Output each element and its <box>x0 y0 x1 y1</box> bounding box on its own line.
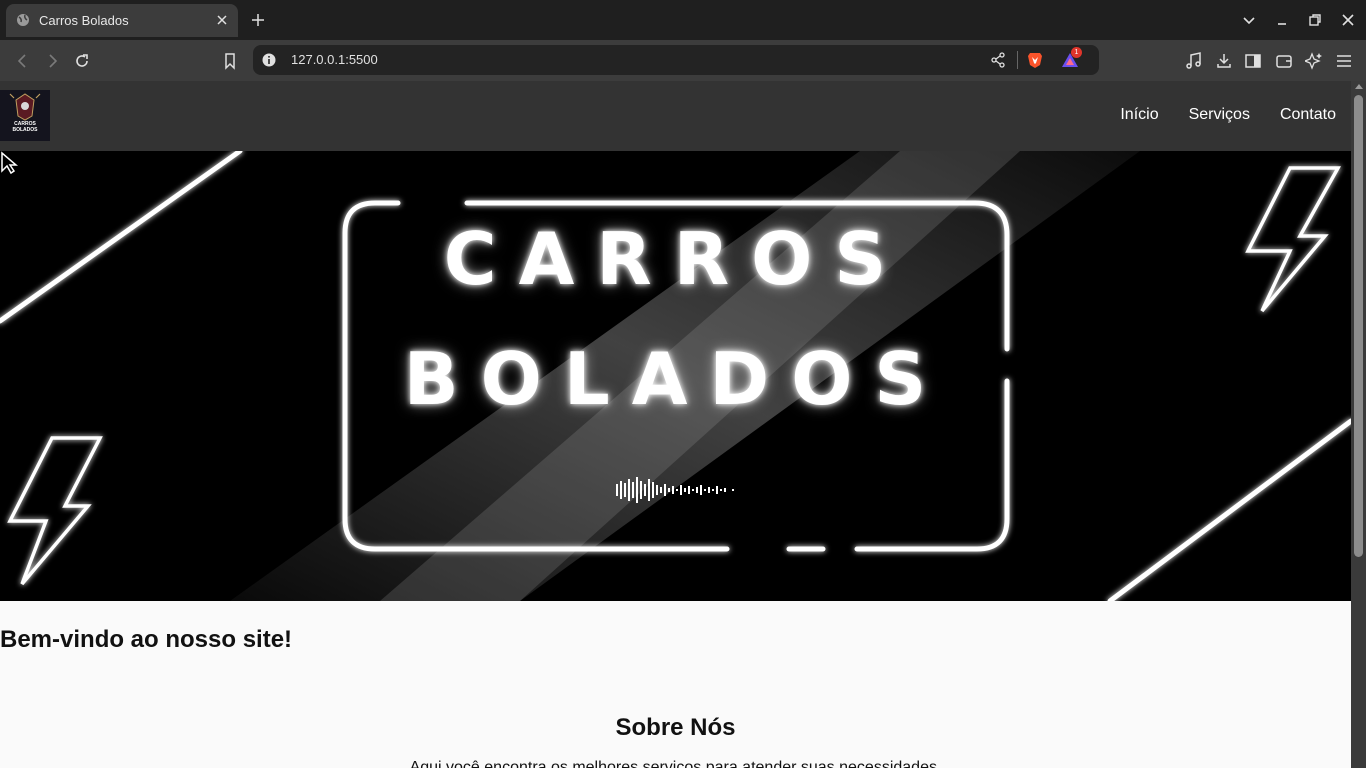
logo-text: CARROS BOLADOS <box>0 121 50 133</box>
main-nav: Início Serviços Contato <box>1120 106 1336 124</box>
wallet-icon[interactable] <box>1275 52 1293 70</box>
logo-emblem-icon <box>9 93 41 121</box>
menu-icon[interactable] <box>1335 52 1353 70</box>
scrollbar-thumb[interactable] <box>1354 95 1363 557</box>
logo-text-line2: BOLADOS <box>12 127 38 133</box>
reload-icon[interactable] <box>73 52 91 70</box>
hero-banner: CARROS BOLADOS <box>0 151 1351 601</box>
minimize-icon[interactable] <box>1274 12 1290 28</box>
hero-title-line1: CARROS <box>443 217 909 301</box>
url-text[interactable]: 127.0.0.1:5500 <box>291 52 378 67</box>
tab-title: Carros Bolados <box>39 13 129 28</box>
globe-icon <box>17 14 29 26</box>
bookmark-icon[interactable] <box>221 52 239 70</box>
close-window-icon[interactable] <box>1340 12 1356 28</box>
restore-icon[interactable] <box>1307 12 1323 28</box>
download-icon[interactable] <box>1215 52 1233 70</box>
page-scrollbar[interactable] <box>1351 81 1366 768</box>
site-info-icon[interactable] <box>262 53 276 67</box>
site-header: CARROS BOLADOS Início Serviços Contato <box>0 81 1351 151</box>
site-logo[interactable]: CARROS BOLADOS <box>0 90 50 141</box>
page-viewport: CARROS BOLADOS Início Serviços Contato C… <box>0 81 1351 768</box>
close-tab-icon[interactable] <box>214 12 230 28</box>
omnibox-separator <box>1017 51 1018 69</box>
forward-icon[interactable] <box>43 52 61 70</box>
nav-link-inicio[interactable]: Início <box>1120 106 1158 124</box>
browser-toolbar: 127.0.0.1:5500 1 <box>0 40 1366 81</box>
browser-tab-bar: Carros Bolados <box>0 0 1366 40</box>
media-icon[interactable] <box>1185 52 1203 70</box>
brave-shields-icon[interactable] <box>1027 51 1043 69</box>
neon-line-top-left <box>0 151 243 324</box>
nav-link-servicos[interactable]: Serviços <box>1189 106 1250 124</box>
welcome-heading: Bem-vindo ao nosso site! <box>0 626 293 653</box>
address-bar[interactable]: 127.0.0.1:5500 1 <box>253 45 1099 75</box>
leo-ai-icon[interactable] <box>1305 52 1323 70</box>
sidebar-icon[interactable] <box>1244 52 1262 70</box>
scroll-up-arrow-icon[interactable] <box>1355 84 1363 89</box>
new-tab-icon[interactable] <box>250 12 266 28</box>
share-icon[interactable] <box>990 52 1006 68</box>
rewards-badge: 1 <box>1071 47 1082 58</box>
lightning-bolt-right <box>1245 166 1341 313</box>
browser-tab[interactable]: Carros Bolados <box>6 4 238 37</box>
about-text: Aqui você encontra os melhores serviços … <box>409 759 942 768</box>
nav-link-contato[interactable]: Contato <box>1280 106 1336 124</box>
neon-line-bottom-right <box>1107 418 1351 601</box>
about-heading: Sobre Nós <box>615 714 736 741</box>
lightning-bolt-left <box>7 436 103 586</box>
hero-title-line2: BOLADOS <box>403 337 949 421</box>
back-icon[interactable] <box>14 52 32 70</box>
mouse-cursor-icon <box>1 151 18 175</box>
tab-search-icon[interactable] <box>1241 12 1257 28</box>
